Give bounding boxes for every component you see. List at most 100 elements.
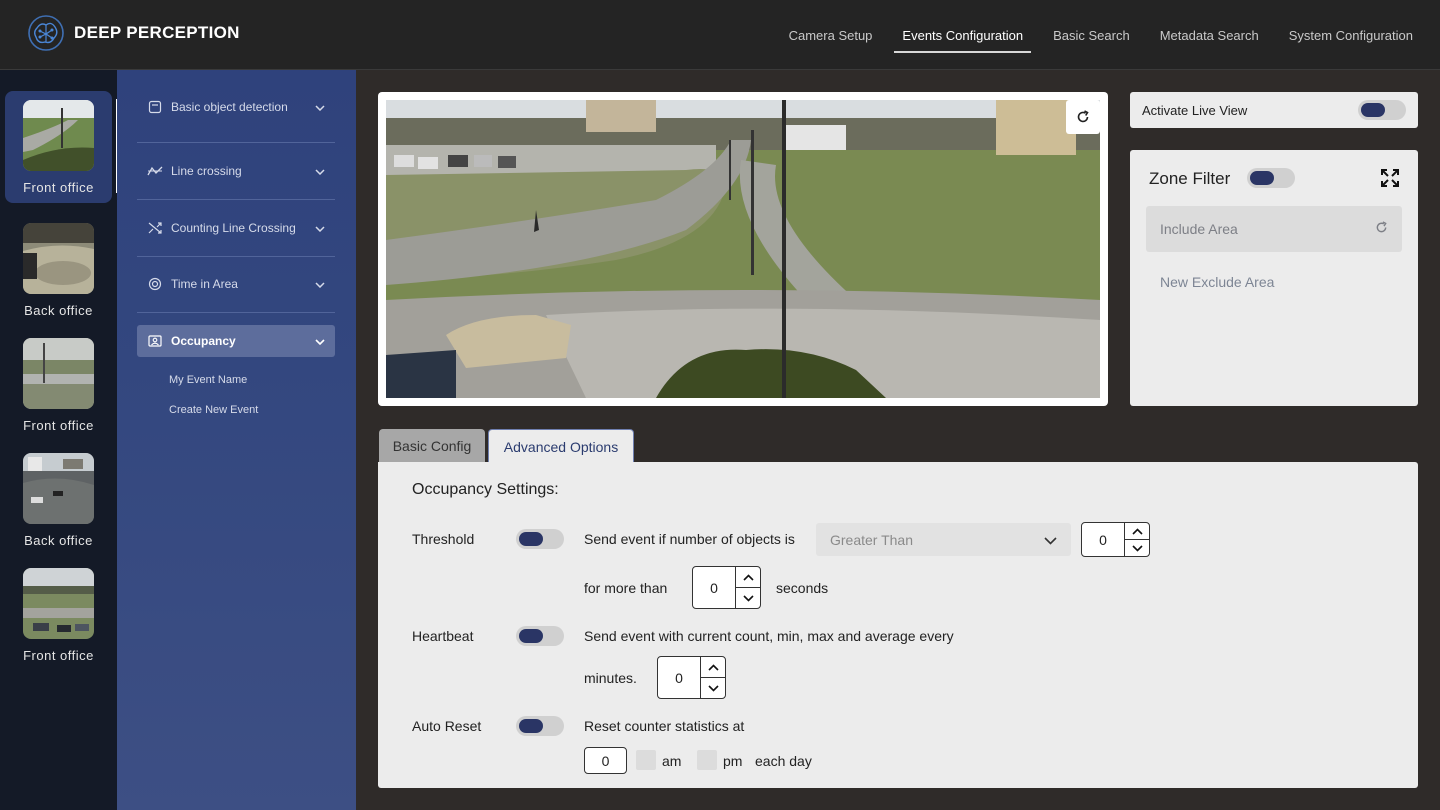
camera-label: Front office xyxy=(23,418,94,433)
camera-item[interactable]: Front office xyxy=(5,568,112,668)
camera-thumbnail xyxy=(23,453,94,524)
chevron-down-icon xyxy=(315,277,325,291)
increment-button[interactable] xyxy=(736,567,760,588)
new-exclude-area-button[interactable]: New Exclude Area xyxy=(1160,274,1274,290)
chevron-down-icon xyxy=(315,334,325,348)
threshold-text: Send event if number of objects is xyxy=(584,531,795,547)
seconds-stepper[interactable]: 0 xyxy=(692,566,761,609)
event-line-crossing[interactable]: Line crossing xyxy=(137,151,335,191)
camera-label: Front office xyxy=(23,648,94,663)
camera-item[interactable]: Front office xyxy=(5,91,112,203)
event-basic-object-detection[interactable]: Basic object detection xyxy=(137,87,335,127)
object-detection-icon xyxy=(147,99,163,115)
occupancy-settings-panel: Occupancy Settings: Threshold Send event… xyxy=(378,462,1418,788)
chevron-down-icon xyxy=(1044,532,1057,548)
event-time-in-area[interactable]: Time in Area xyxy=(137,264,335,304)
event-type-sidebar: Basic object detection Line crossing Cou… xyxy=(117,70,356,810)
live-view-label: Activate Live View xyxy=(1142,102,1248,118)
nav-events-configuration[interactable]: Events Configuration xyxy=(894,0,1031,70)
decrement-button[interactable] xyxy=(1125,540,1149,556)
brain-logo-icon xyxy=(28,15,64,51)
event-counting-line-crossing[interactable]: Counting Line Crossing xyxy=(137,208,335,248)
chevron-up-icon xyxy=(742,573,754,581)
zone-filter-panel: Zone Filter Include Area New Exclude Are… xyxy=(1130,150,1418,406)
divider xyxy=(137,199,335,200)
event-label: Time in Area xyxy=(171,277,238,291)
main-nav: Camera Setup Events Configuration Basic … xyxy=(789,0,1413,70)
create-new-event-link[interactable]: Create New Event xyxy=(169,404,258,416)
line-crossing-icon xyxy=(147,163,163,179)
chevron-down-icon xyxy=(315,100,325,114)
settings-title: Occupancy Settings: xyxy=(412,481,559,498)
reset-hour-input[interactable]: 0 xyxy=(584,747,627,774)
video-panel xyxy=(378,92,1108,406)
camera-thumbnail xyxy=(23,568,94,639)
comparator-select[interactable]: Greater Than xyxy=(816,523,1071,556)
top-bar: DEEP PERCEPTION Camera Setup Events Conf… xyxy=(0,0,1440,70)
camera-label: Back office xyxy=(24,533,93,548)
nav-basic-search[interactable]: Basic Search xyxy=(1053,0,1130,70)
comparator-value: Greater Than xyxy=(830,531,914,548)
threshold-label: Threshold xyxy=(412,531,475,547)
heartbeat-label: Heartbeat xyxy=(412,628,474,644)
decrement-button[interactable] xyxy=(701,678,725,698)
minutes-label: minutes. xyxy=(584,670,637,686)
refresh-icon xyxy=(1077,110,1089,123)
threshold-toggle[interactable] xyxy=(516,529,564,549)
chevron-up-icon xyxy=(1131,527,1143,535)
divider xyxy=(137,256,335,257)
include-area-label: Include Area xyxy=(1160,221,1238,237)
nav-camera-setup[interactable]: Camera Setup xyxy=(789,0,873,70)
camera-thumbnail xyxy=(23,338,94,409)
shuffle-icon xyxy=(147,220,163,236)
chevron-down-icon xyxy=(315,221,325,235)
event-occupancy[interactable]: Occupancy xyxy=(137,325,335,357)
seconds-value[interactable]: 0 xyxy=(693,567,735,608)
camera-item[interactable]: Back office xyxy=(5,223,112,323)
occupancy-icon xyxy=(147,333,163,349)
increment-button[interactable] xyxy=(1125,523,1149,540)
brand-name: DEEP PERCEPTION xyxy=(74,23,240,42)
camera-item[interactable]: Back office xyxy=(5,453,112,553)
live-view-toggle[interactable] xyxy=(1358,100,1406,120)
expand-icon[interactable] xyxy=(1380,168,1400,193)
divider xyxy=(137,142,335,143)
am-label: am xyxy=(662,753,682,769)
nav-system-configuration[interactable]: System Configuration xyxy=(1289,0,1413,70)
live-view-panel: Activate Live View xyxy=(1130,92,1418,128)
nav-metadata-search[interactable]: Metadata Search xyxy=(1160,0,1259,70)
camera-label: Front office xyxy=(23,180,94,195)
minutes-stepper[interactable]: 0 xyxy=(657,656,726,699)
include-area-button[interactable]: Include Area xyxy=(1146,206,1402,252)
event-sub-item[interactable]: My Event Name xyxy=(169,374,247,386)
minutes-value[interactable]: 0 xyxy=(658,657,700,698)
tab-basic-config[interactable]: Basic Config xyxy=(379,429,485,463)
brand-logo[interactable]: DEEP PERCEPTION xyxy=(27,14,240,52)
camera-item[interactable]: Front office xyxy=(5,338,112,438)
am-checkbox[interactable] xyxy=(636,750,656,770)
auto-reset-text: Reset counter statistics at xyxy=(584,718,745,734)
heartbeat-text: Send event with current count, min, max … xyxy=(584,628,954,644)
auto-reset-toggle[interactable] xyxy=(516,716,564,736)
pm-checkbox[interactable] xyxy=(697,750,717,770)
zone-filter-title: Zone Filter xyxy=(1149,169,1231,188)
zone-filter-toggle[interactable] xyxy=(1247,168,1295,188)
threshold-value[interactable]: 0 xyxy=(1082,523,1124,556)
increment-button[interactable] xyxy=(701,657,725,678)
each-day-label: each day xyxy=(755,753,812,769)
camera-feed[interactable] xyxy=(386,100,1100,398)
heartbeat-toggle[interactable] xyxy=(516,626,564,646)
refresh-icon[interactable] xyxy=(1375,221,1388,237)
pm-label: pm xyxy=(723,753,743,769)
seconds-label: seconds xyxy=(776,580,829,596)
event-label: Basic object detection xyxy=(171,100,288,114)
decrement-button[interactable] xyxy=(736,588,760,608)
chevron-down-icon xyxy=(707,684,719,692)
event-label: Counting Line Crossing xyxy=(171,221,296,235)
event-label: Occupancy xyxy=(171,334,236,348)
tab-advanced-options[interactable]: Advanced Options xyxy=(488,429,634,463)
chevron-down-icon xyxy=(315,164,325,178)
auto-reset-label: Auto Reset xyxy=(412,718,482,734)
threshold-stepper[interactable]: 0 xyxy=(1081,522,1150,557)
video-refresh-button[interactable] xyxy=(1066,100,1100,134)
